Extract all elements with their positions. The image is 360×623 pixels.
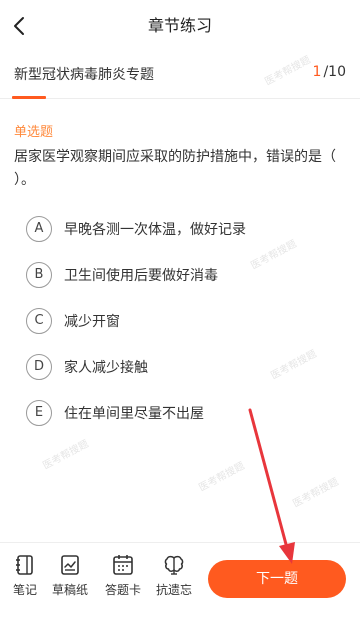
- option-d[interactable]: D 家人减少接触: [26, 352, 346, 382]
- bottom-toolbar: 笔记 草稿纸 答题卡 抗遗忘 下一题: [0, 542, 360, 623]
- option-letter-badge: E: [26, 400, 52, 426]
- page-title: 章节练习: [147, 16, 212, 35]
- option-letter-badge: A: [26, 216, 52, 242]
- anti-forget-label: 抗遗忘: [155, 583, 192, 597]
- next-question-button[interactable]: 下一题: [208, 560, 346, 598]
- question-type-label: 单选题: [14, 125, 54, 140]
- options-list: A 早晚各测一次体温，做好记录 B 卫生间使用后要做好消毒 C 减少开窗 D 家…: [26, 214, 346, 444]
- topic-title: 新型冠状病毒肺炎专题: [14, 67, 154, 83]
- option-b[interactable]: B 卫生间使用后要做好消毒: [26, 260, 346, 290]
- option-a[interactable]: A 早晚各测一次体温，做好记录: [26, 214, 346, 244]
- notes-button[interactable]: 笔记: [1, 553, 49, 598]
- notes-label: 笔记: [12, 583, 37, 597]
- anti-forget-button[interactable]: 抗遗忘: [150, 553, 198, 598]
- option-letter-badge: C: [26, 308, 52, 334]
- current-question-number: 1: [312, 64, 322, 80]
- chevron-left-icon: [6, 12, 34, 40]
- option-e[interactable]: E 住在单间里尽量不出屋: [26, 398, 346, 428]
- option-text: 早晚各测一次体温，做好记录: [64, 222, 246, 238]
- progress-bar-fill: [12, 96, 46, 99]
- notebook-icon: [1, 553, 49, 577]
- watermark: 医考帮搜题: [291, 476, 341, 510]
- header-bar: 章节练习: [0, 0, 360, 52]
- option-text: 卫生间使用后要做好消毒: [64, 268, 218, 284]
- option-letter-badge: B: [26, 262, 52, 288]
- answer-card-button[interactable]: 答题卡: [99, 553, 147, 598]
- option-text: 家人减少接触: [64, 360, 148, 376]
- draft-paper-button[interactable]: 草稿纸: [46, 553, 94, 598]
- option-text: 住在单间里尽量不出屋: [64, 406, 204, 422]
- draft-paper-icon: [46, 553, 94, 577]
- progress-bar: [12, 96, 348, 99]
- answer-card-label: 答题卡: [104, 583, 141, 597]
- total-question-number: 10: [328, 64, 346, 80]
- back-button[interactable]: [6, 12, 34, 40]
- question-stem: 居家医学观察期间应采取的防护措施中，错误的是（ ）。: [14, 149, 336, 188]
- answer-card-icon: [99, 553, 147, 577]
- topic-row: 新型冠状病毒肺炎专题 1/10: [0, 52, 360, 99]
- draft-paper-label: 草稿纸: [51, 583, 88, 597]
- watermark: 医考帮搜题: [197, 460, 247, 494]
- option-letter-badge: D: [26, 354, 52, 380]
- brain-icon: [150, 553, 198, 577]
- question-counter: 1/10: [313, 64, 346, 80]
- option-text: 减少开窗: [64, 314, 120, 330]
- option-c[interactable]: C 减少开窗: [26, 306, 346, 336]
